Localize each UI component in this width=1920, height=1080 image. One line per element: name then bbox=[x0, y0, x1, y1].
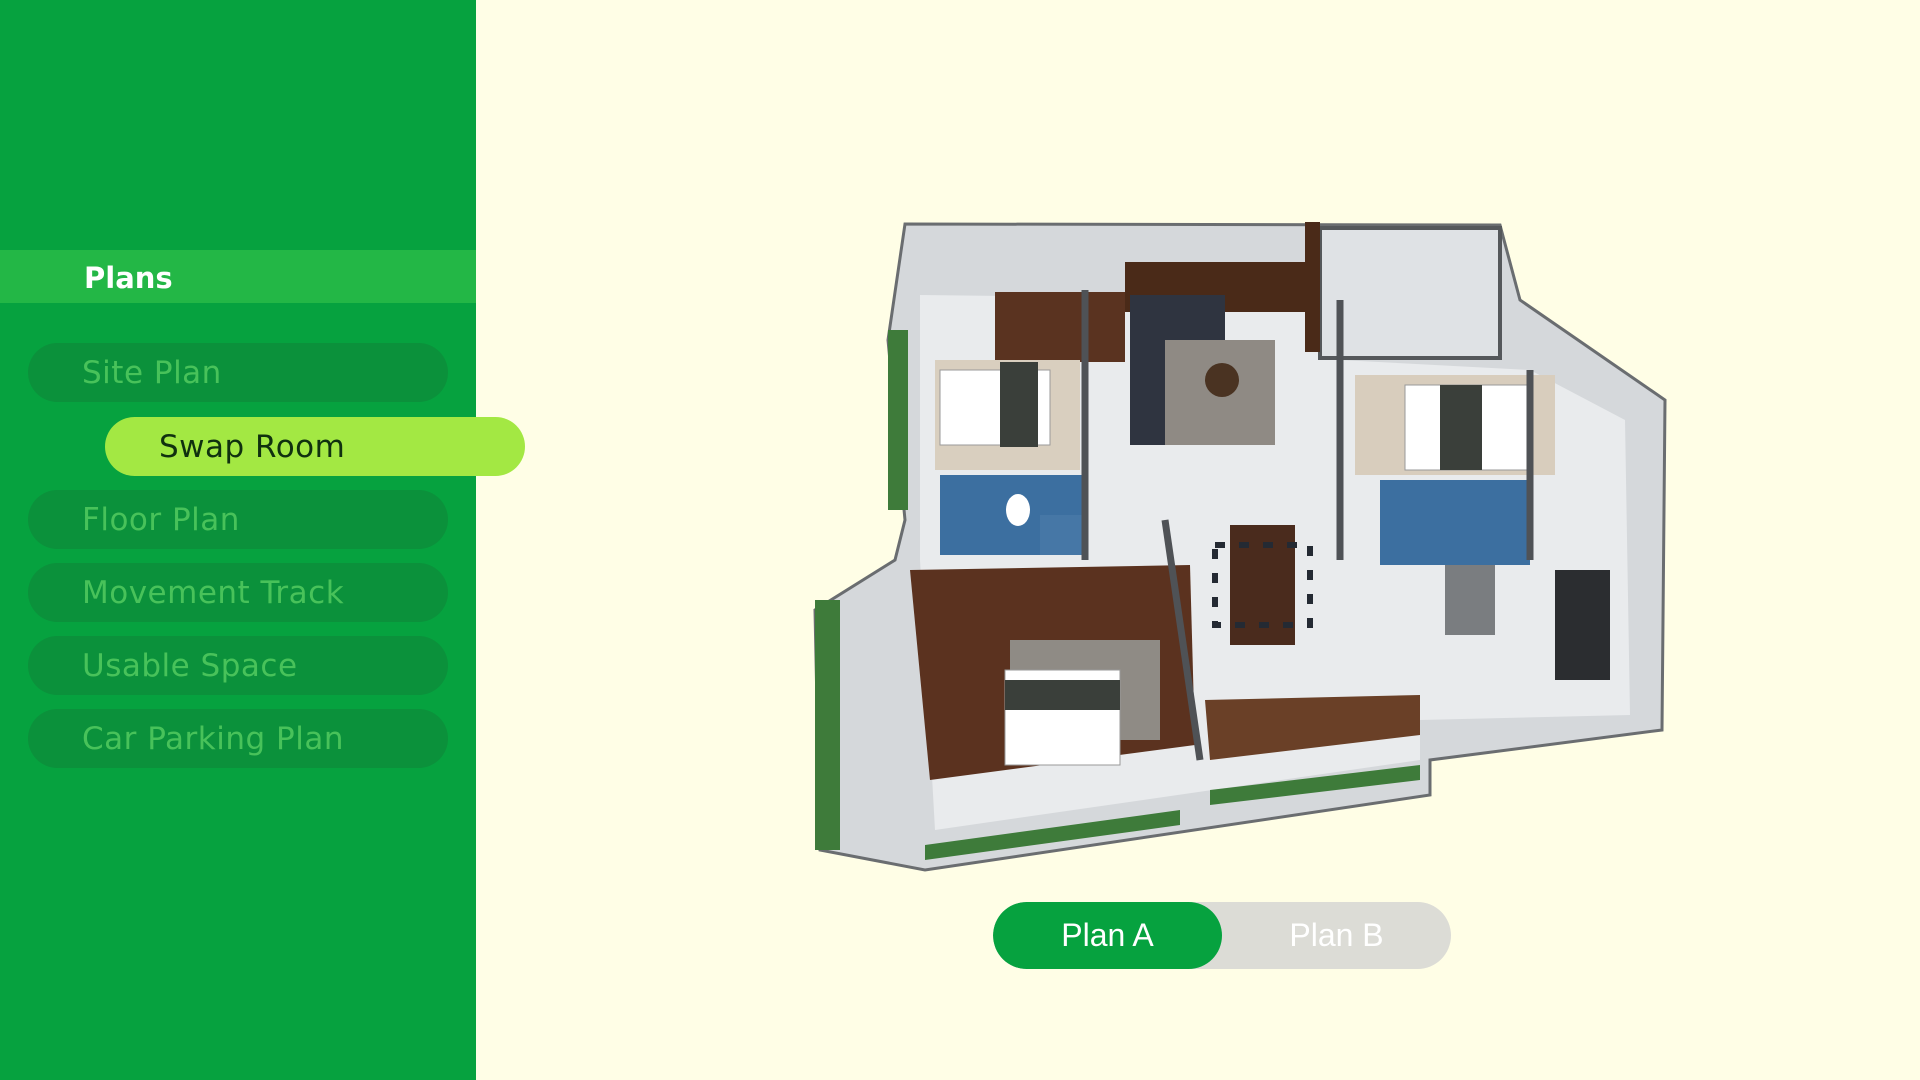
sidebar-title: Plans bbox=[84, 261, 173, 295]
menu-item-label: Swap Room bbox=[159, 428, 346, 465]
menu-item-movement-track[interactable]: Movement Track bbox=[28, 563, 448, 622]
menu-item-label: Floor Plan bbox=[82, 501, 240, 538]
menu-item-swap-room[interactable]: Swap Room bbox=[105, 417, 525, 476]
sidebar-header: Plans bbox=[0, 250, 476, 303]
menu-item-site-plan[interactable]: Site Plan bbox=[28, 343, 448, 402]
menu-item-label: Usable Space bbox=[82, 647, 298, 684]
menu-item-label: Site Plan bbox=[82, 354, 222, 391]
plan-b-button[interactable]: Plan B bbox=[1222, 902, 1451, 969]
menu-item-floor-plan[interactable]: Floor Plan bbox=[28, 490, 448, 549]
menu-item-usable-space[interactable]: Usable Space bbox=[28, 636, 448, 695]
menu-item-label: Movement Track bbox=[82, 574, 345, 611]
sidebar: Plans Site Plan Swap Room Floor Plan Mov… bbox=[0, 0, 525, 1080]
plan-toggle: Plan A Plan B bbox=[993, 902, 1451, 969]
plan-a-button[interactable]: Plan A bbox=[993, 902, 1222, 969]
menu-item-car-parking-plan[interactable]: Car Parking Plan bbox=[28, 709, 448, 768]
menu-item-label: Car Parking Plan bbox=[82, 720, 344, 757]
